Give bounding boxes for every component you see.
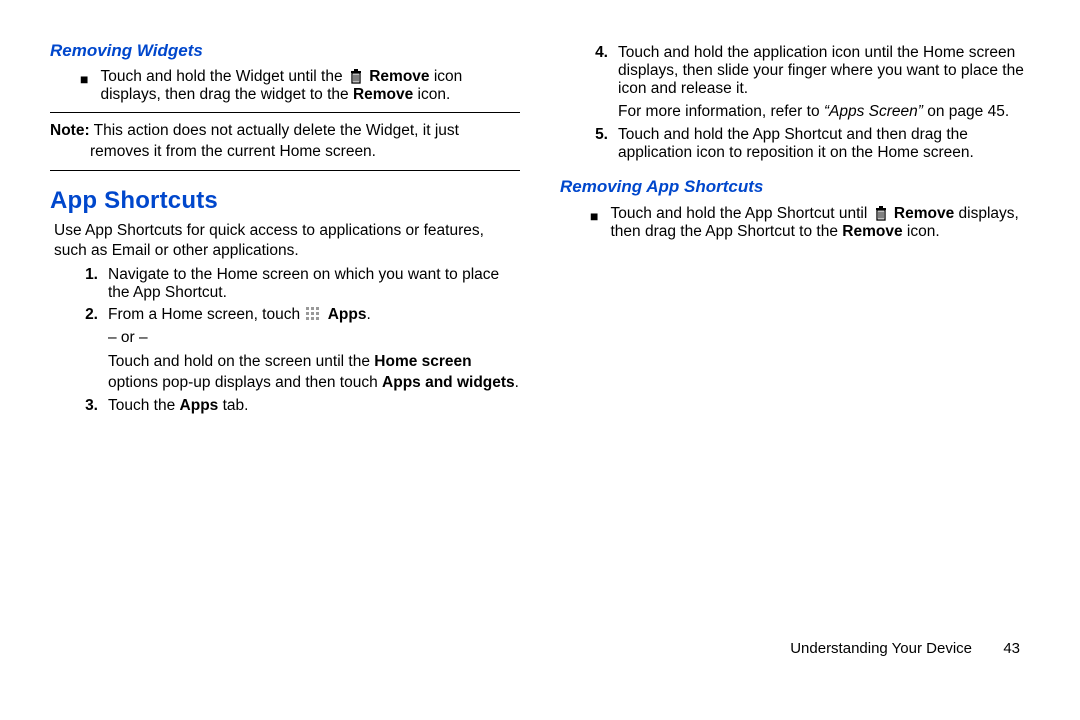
- divider: [50, 112, 520, 113]
- step-3: 3. Touch the Apps tab.: [80, 397, 520, 415]
- footer-section-title: Understanding Your Device: [790, 640, 972, 657]
- or-separator: – or –: [108, 328, 520, 348]
- bullet-square-icon: ■: [80, 68, 88, 104]
- step-2-alt: Touch and hold on the screen until the H…: [108, 352, 520, 393]
- text: For more information, refer to: [618, 103, 824, 120]
- remove-label: Remove: [369, 68, 429, 85]
- step-number: 4.: [590, 44, 608, 98]
- text: tab.: [218, 397, 248, 414]
- text: Touch and hold the application icon unti…: [618, 44, 1024, 97]
- step-5: 5. Touch and hold the App Shortcut and t…: [590, 126, 1030, 162]
- step-text: Touch the Apps tab.: [108, 397, 248, 415]
- step-2: 2. From a Home screen, touch Apps.: [80, 306, 520, 324]
- step-1: 1. Navigate to the Home screen on which …: [80, 266, 520, 302]
- remove-label-2: Remove: [353, 86, 413, 103]
- page-body: Removing Widgets ■ Touch and hold the Wi…: [0, 0, 1080, 640]
- text: Touch and hold the Widget until the: [100, 68, 346, 85]
- left-column: Removing Widgets ■ Touch and hold the Wi…: [50, 40, 520, 640]
- text: on page 45.: [923, 103, 1009, 120]
- step-4-more-info: For more information, refer to “Apps Scr…: [618, 102, 1030, 122]
- bullet-square-icon: ■: [590, 205, 598, 241]
- step-number: 5.: [590, 126, 608, 162]
- removing-app-shortcuts-text: Touch and hold the App Shortcut until Re…: [610, 205, 1030, 241]
- text: Touch and hold the App Shortcut until: [610, 205, 871, 222]
- text: options pop-up displays and then touch: [108, 374, 382, 391]
- trash-icon: [874, 205, 888, 221]
- divider: [50, 170, 520, 171]
- removing-widgets-heading: Removing Widgets: [50, 40, 520, 62]
- note-label: Note:: [50, 122, 90, 139]
- text: icon.: [413, 86, 450, 103]
- step-text: From a Home screen, touch Apps.: [108, 306, 371, 324]
- app-shortcuts-intro: Use App Shortcuts for quick access to ap…: [54, 221, 520, 262]
- step-number: 1.: [80, 266, 98, 302]
- removing-app-shortcuts-heading: Removing App Shortcuts: [560, 176, 1030, 198]
- step-number: 2.: [80, 306, 98, 324]
- step-text: Touch and hold the App Shortcut and then…: [618, 126, 1030, 162]
- text: From a Home screen, touch: [108, 306, 304, 323]
- text: Touch and hold on the screen until the: [108, 353, 374, 370]
- step-4: 4. Touch and hold the application icon u…: [590, 44, 1030, 98]
- apps-grid-icon: [306, 307, 320, 321]
- text: Touch the: [108, 397, 180, 414]
- step-text: Navigate to the Home screen on which you…: [108, 266, 520, 302]
- remove-label-2: Remove: [842, 223, 902, 240]
- trash-icon: [349, 68, 363, 84]
- reference-title: “Apps Screen”: [824, 103, 923, 120]
- app-shortcuts-heading: App Shortcuts: [50, 185, 520, 217]
- bold-text: Home screen: [374, 353, 471, 370]
- apps-label: Apps: [328, 306, 367, 323]
- step-text: Touch and hold the application icon unti…: [618, 44, 1030, 98]
- bold-text: Apps and widgets: [382, 374, 515, 391]
- note-text: This action does not actually delete the…: [90, 122, 459, 139]
- bold-text: Apps: [180, 397, 219, 414]
- removing-widgets-bullet: ■ Touch and hold the Widget until the Re…: [80, 68, 520, 104]
- note-block: Note: This action does not actually dele…: [50, 121, 520, 162]
- text: .: [366, 306, 370, 323]
- page-footer: Understanding Your Device 43: [0, 640, 1080, 657]
- page-number: 43: [990, 640, 1020, 657]
- text: .: [515, 374, 519, 391]
- note-text-2: removes it from the current Home screen.: [90, 142, 520, 162]
- removing-app-shortcuts-bullet: ■ Touch and hold the App Shortcut until …: [590, 205, 1030, 241]
- remove-label: Remove: [894, 205, 954, 222]
- step-number: 3.: [80, 397, 98, 415]
- removing-widgets-text: Touch and hold the Widget until the Remo…: [100, 68, 520, 104]
- text: icon.: [903, 223, 940, 240]
- right-column: 4. Touch and hold the application icon u…: [560, 40, 1030, 640]
